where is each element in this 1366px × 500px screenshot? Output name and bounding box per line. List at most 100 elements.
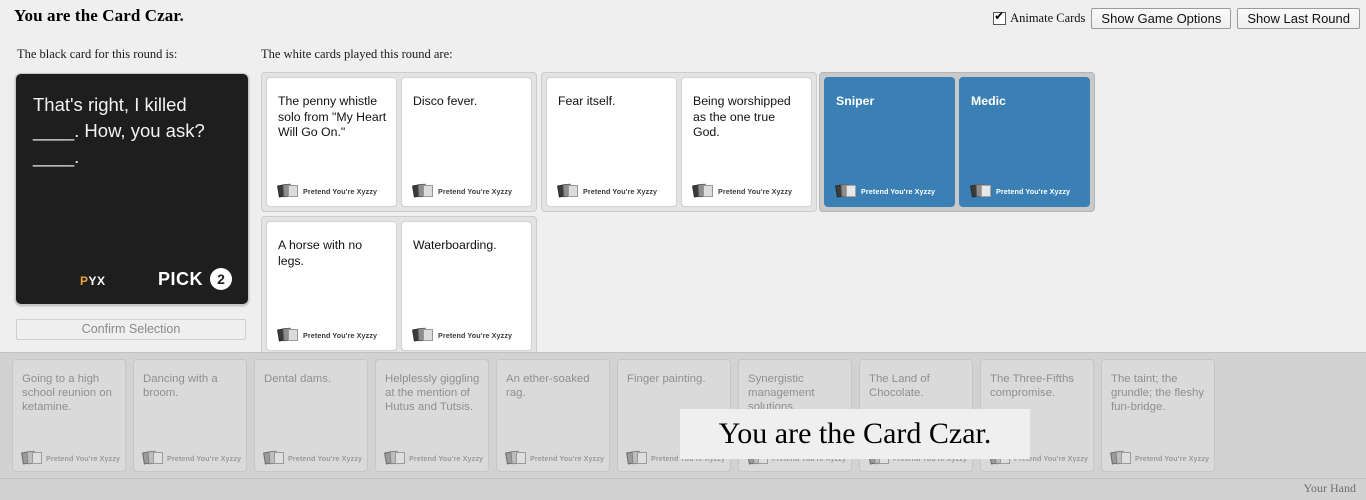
- show-last-round-button[interactable]: Show Last Round: [1237, 8, 1360, 29]
- played-white-card[interactable]: A horse with no legs. Pretend You're Xyzz…: [266, 221, 397, 351]
- hand-card-text: Helplessly giggling at the mention of Hu…: [385, 373, 480, 413]
- card-stack-icon: [263, 450, 284, 465]
- hand-card[interactable]: Dental dams. Pretend You're Xyzzy: [254, 359, 368, 472]
- card-brand-name: Pretend You're Xyzzy: [438, 331, 513, 340]
- card-brand-footer: Pretend You're Xyzzy: [263, 450, 363, 465]
- card-brand-name: Pretend You're Xyzzy: [167, 454, 242, 463]
- checkbox-icon[interactable]: [993, 10, 1007, 25]
- played-white-card[interactable]: Disco fever. Pretend You're Xyzzy: [401, 77, 532, 207]
- card-brand-name: Pretend You're Xyzzy: [996, 187, 1071, 196]
- card-stack-icon: [970, 183, 991, 198]
- hand-card-text: The Land of Chocolate.: [869, 373, 930, 399]
- black-card[interactable]: That's right, I killed ____. How, you as…: [15, 73, 249, 305]
- played-white-card[interactable]: Being worshipped as the one true God. Pre…: [681, 77, 812, 207]
- pyx-wordmark-p: P: [80, 274, 89, 288]
- card-brand-footer: Pretend You're Xyzzy: [384, 450, 484, 465]
- pyx-wordmark: PYX: [80, 274, 106, 291]
- card-stack-icon: [692, 183, 713, 198]
- hand-card-strip: Going to a high school reunion on ketami…: [12, 359, 1215, 472]
- card-brand-footer: Pretend You're Xyzzy: [557, 183, 658, 198]
- played-card-text: The penny whistle solo from "My Heart Wi…: [278, 94, 387, 139]
- top-controls: Animate Cards Show Game Options Show Las…: [993, 8, 1360, 29]
- show-game-options-button[interactable]: Show Game Options: [1091, 8, 1232, 29]
- card-brand-footer: Pretend You're Xyzzy: [412, 183, 513, 198]
- card-brand-name: Pretend You're Xyzzy: [303, 331, 378, 340]
- card-brand-name: Pretend You're Xyzzy: [861, 187, 936, 196]
- card-brand-name: Pretend You're Xyzzy: [530, 454, 605, 463]
- card-stack-icon: [35, 261, 73, 291]
- played-white-card[interactable]: The penny whistle solo from "My Heart Wi…: [266, 77, 397, 207]
- card-brand-name: Pretend You're Xyzzy: [583, 187, 658, 196]
- confirm-selection-button[interactable]: Confirm Selection: [16, 319, 246, 340]
- hand-card-text: Dancing with a broom.: [143, 373, 218, 399]
- card-brand-footer: Pretend You're Xyzzy: [142, 450, 242, 465]
- card-czar-overlay-banner: You are the Card Czar.: [680, 409, 1030, 459]
- played-card-text: Medic: [971, 94, 1006, 108]
- card-brand-name: Pretend You're Xyzzy: [303, 187, 378, 196]
- played-card-group[interactable]: The penny whistle solo from "My Heart Wi…: [261, 72, 537, 212]
- hand-card[interactable]: Helplessly giggling at the mention of Hu…: [375, 359, 489, 472]
- card-stack-icon: [557, 183, 578, 198]
- card-brand-footer: Pretend You're Xyzzy: [277, 327, 378, 342]
- pick-label: PICK: [157, 268, 203, 289]
- animate-cards-checkbox-wrapper[interactable]: Animate Cards: [993, 10, 1086, 26]
- hand-card-text: Dental dams.: [264, 373, 332, 385]
- hand-card-text: Finger painting.: [627, 373, 706, 385]
- played-white-card[interactable]: Medic Pretend You're Xyzzy: [959, 77, 1090, 207]
- played-card-text: Disco fever.: [413, 94, 478, 108]
- card-stack-icon: [835, 183, 856, 198]
- card-stack-icon: [412, 327, 433, 342]
- card-stack-icon: [412, 183, 433, 198]
- card-stack-icon: [21, 450, 42, 465]
- card-brand-footer: Pretend You're Xyzzy: [505, 450, 605, 465]
- black-card-footer: PYX PICK 2: [16, 262, 248, 292]
- pick-count: 2: [210, 268, 232, 290]
- played-white-card[interactable]: Fear itself. Pretend You're Xyzzy: [546, 77, 677, 207]
- hand-card[interactable]: The taint; the grundle; the fleshy fun-b…: [1101, 359, 1215, 472]
- played-card-text: Sniper: [836, 94, 875, 108]
- hand-bottom-strip: [0, 478, 1366, 500]
- pyx-wordmark-yx: YX: [88, 274, 106, 288]
- card-stack-icon: [384, 450, 405, 465]
- played-white-card[interactable]: Waterboarding. Pretend You're Xyzzy: [401, 221, 532, 351]
- card-brand-footer: Pretend You're Xyzzy: [692, 183, 793, 198]
- card-brand-name: Pretend You're Xyzzy: [438, 187, 513, 196]
- card-brand-name: Pretend You're Xyzzy: [1135, 454, 1210, 463]
- card-brand-footer: Pretend You're Xyzzy: [412, 327, 513, 342]
- card-brand-name: Pretend You're Xyzzy: [409, 454, 484, 463]
- played-card-text: Fear itself.: [558, 94, 616, 108]
- card-brand-name: Pretend You're Xyzzy: [46, 454, 121, 463]
- page-title: You are the Card Czar.: [14, 6, 184, 25]
- played-card-group[interactable]: Fear itself. Pretend You're Xyzzy Being wo…: [541, 72, 817, 212]
- hand-card[interactable]: Dancing with a broom. Pretend You're Xyzz…: [133, 359, 247, 472]
- card-brand-name: Pretend You're Xyzzy: [718, 187, 793, 196]
- pyx-logo: PYX: [35, 261, 106, 291]
- hand-card[interactable]: An ether-soaked rag. Pretend You're Xyzzy: [496, 359, 610, 472]
- your-hand-label: Your Hand: [1303, 481, 1356, 495]
- card-brand-footer: Pretend You're Xyzzy: [835, 183, 936, 198]
- hand-card[interactable]: Going to a high school reunion on ketami…: [12, 359, 126, 472]
- played-card-group-selected[interactable]: Sniper Pretend You're Xyzzy Medic Pretend Y…: [819, 72, 1095, 212]
- black-card-section-label: The black card for this round is:: [17, 47, 178, 61]
- card-brand-name: Pretend You're Xyzzy: [288, 454, 363, 463]
- animate-cards-label: Animate Cards: [1010, 11, 1086, 25]
- played-card-group[interactable]: A horse with no legs. Pretend You're Xyzz…: [261, 216, 537, 356]
- played-white-card[interactable]: Sniper Pretend You're Xyzzy: [824, 77, 955, 207]
- hand-card-text: Synergistic management solutions.: [748, 373, 815, 413]
- black-card-text: That's right, I killed ____. How, you as…: [33, 94, 205, 167]
- hand-card-text: The taint; the grundle; the fleshy fun-b…: [1111, 373, 1205, 413]
- white-cards-section-label: The white cards played this round are:: [261, 47, 453, 61]
- card-stack-icon: [277, 183, 298, 198]
- top-bar: You are the Card Czar. Animate Cards Sho…: [0, 0, 1366, 30]
- card-brand-footer: Pretend You're Xyzzy: [970, 183, 1071, 198]
- card-stack-icon: [142, 450, 163, 465]
- card-stack-icon: [277, 327, 298, 342]
- card-stack-icon: [626, 450, 647, 465]
- card-brand-footer: Pretend You're Xyzzy: [1110, 450, 1210, 465]
- card-brand-footer: Pretend You're Xyzzy: [21, 450, 121, 465]
- played-card-text: Being worshipped as the one true God.: [693, 94, 791, 139]
- played-card-text: Waterboarding.: [413, 238, 497, 252]
- card-stack-icon: [1110, 450, 1131, 465]
- hand-card-text: Going to a high school reunion on ketami…: [22, 373, 112, 413]
- card-brand-footer: Pretend You're Xyzzy: [277, 183, 378, 198]
